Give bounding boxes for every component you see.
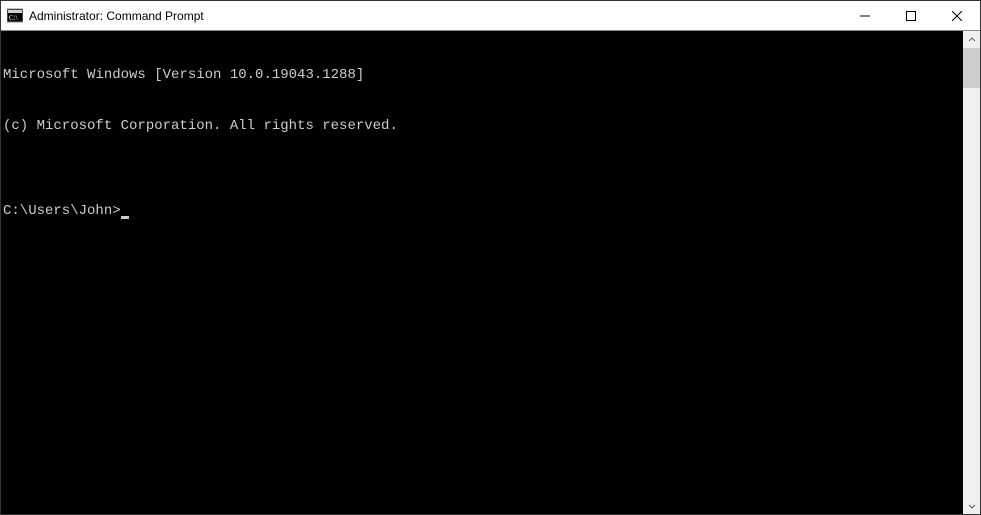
terminal-prompt: C:\Users\John> xyxy=(3,203,121,220)
cmd-icon: C:\ xyxy=(7,8,23,24)
minimize-icon xyxy=(860,11,870,21)
terminal-prompt-line: C:\Users\John> xyxy=(3,203,963,220)
window-controls xyxy=(842,1,980,30)
scroll-track[interactable] xyxy=(963,48,980,497)
terminal-output-line: (c) Microsoft Corporation. All rights re… xyxy=(3,118,963,135)
scroll-down-button[interactable] xyxy=(963,497,980,514)
chevron-down-icon xyxy=(968,502,976,510)
vertical-scrollbar[interactable] xyxy=(963,31,980,514)
command-prompt-window: C:\ Administrator: Command Prompt xyxy=(0,0,981,515)
titlebar[interactable]: C:\ Administrator: Command Prompt xyxy=(1,1,980,31)
window-title: Administrator: Command Prompt xyxy=(29,9,204,23)
titlebar-left: C:\ Administrator: Command Prompt xyxy=(1,8,842,24)
minimize-button[interactable] xyxy=(842,1,888,30)
scroll-up-button[interactable] xyxy=(963,31,980,48)
maximize-button[interactable] xyxy=(888,1,934,30)
svg-text:C:\: C:\ xyxy=(9,14,18,22)
terminal-body[interactable]: Microsoft Windows [Version 10.0.19043.12… xyxy=(1,31,963,514)
terminal-cursor xyxy=(121,216,129,219)
chevron-up-icon xyxy=(968,36,976,44)
close-button[interactable] xyxy=(934,1,980,30)
close-icon xyxy=(952,11,962,21)
terminal-output-line: Microsoft Windows [Version 10.0.19043.12… xyxy=(3,67,963,84)
terminal-area: Microsoft Windows [Version 10.0.19043.12… xyxy=(1,31,980,514)
maximize-icon xyxy=(906,11,916,21)
scroll-thumb[interactable] xyxy=(963,48,980,88)
